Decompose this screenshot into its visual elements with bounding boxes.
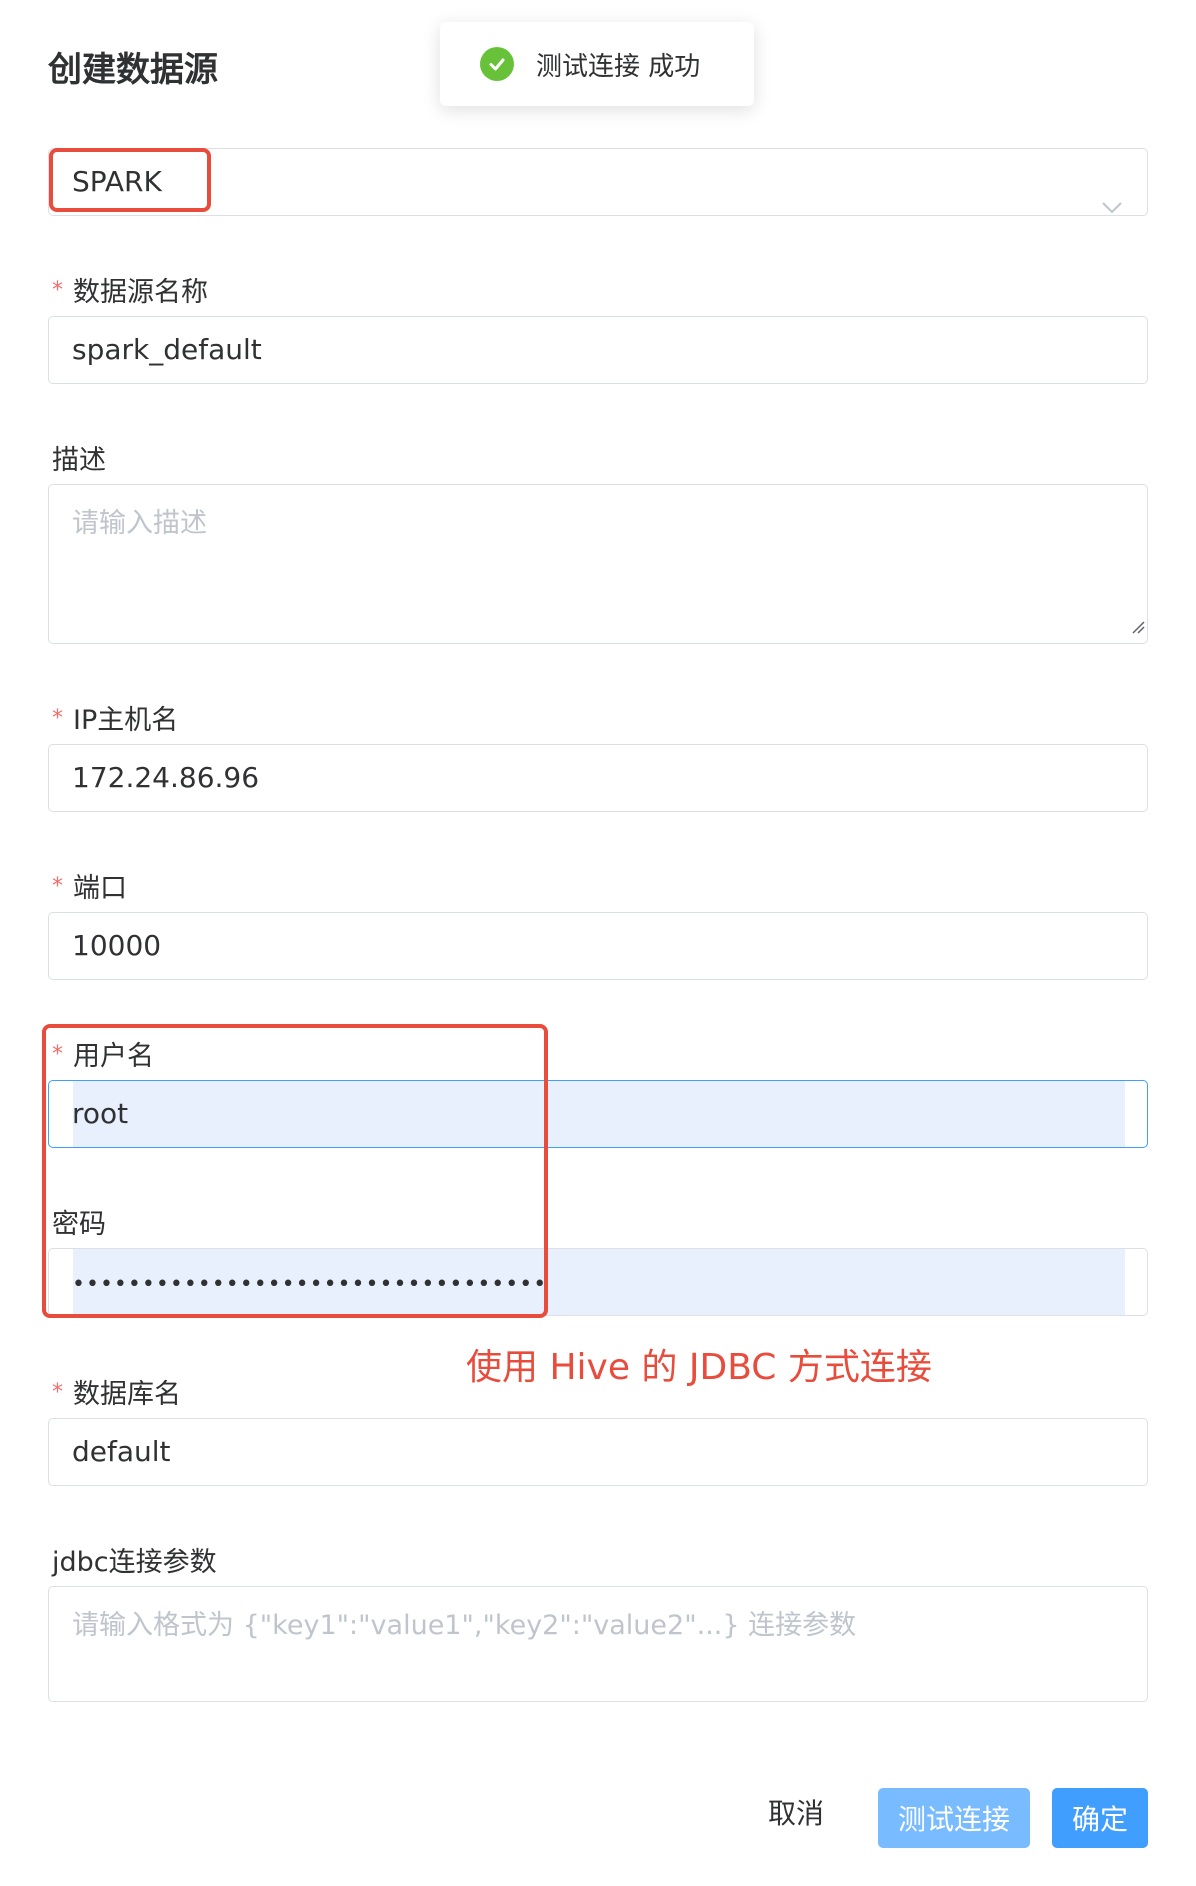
chevron-down-icon <box>1101 173 1123 215</box>
field-label-name: * 数据源名称 <box>52 277 208 308</box>
highlight-box-credentials <box>42 1024 548 1318</box>
check-circle-icon <box>480 47 514 81</box>
host-input[interactable]: 172.24.86.96 <box>48 744 1148 812</box>
success-toast: 测试连接 成功 <box>440 22 754 106</box>
description-placeholder: 请输入描述 <box>72 508 207 539</box>
database-input[interactable]: default <box>48 1418 1148 1486</box>
field-label-host: * IP主机名 <box>52 705 179 736</box>
test-connection-button[interactable]: 测试连接 <box>878 1788 1030 1848</box>
jdbc-params-textarea[interactable]: 请输入格式为 {"key1":"value1","key2":"value2".… <box>48 1586 1148 1702</box>
datasource-type-select[interactable]: SPARK <box>48 148 1148 216</box>
field-label-jdbc-params: jdbc连接参数 <box>52 1547 217 1578</box>
jdbc-params-placeholder: 请输入格式为 {"key1":"value1","key2":"value2".… <box>72 1610 857 1641</box>
datasource-name-input[interactable]: spark_default <box>48 316 1148 384</box>
toast-message: 测试连接 成功 <box>536 51 701 82</box>
port-input[interactable]: 10000 <box>48 912 1148 980</box>
field-label-database: * 数据库名 <box>52 1379 181 1410</box>
confirm-button[interactable]: 确定 <box>1052 1788 1148 1848</box>
annotation-text: 使用 Hive 的 JDBC 方式连接 <box>466 1347 932 1388</box>
highlight-box-type <box>49 148 211 212</box>
resize-grip-icon[interactable] <box>1131 610 1145 641</box>
dialog-title: 创建数据源 <box>48 50 218 90</box>
cancel-button[interactable]: 取消 <box>768 1792 824 1832</box>
field-label-port: * 端口 <box>52 873 127 904</box>
field-label-description: 描述 <box>52 445 106 476</box>
description-textarea[interactable]: 请输入描述 <box>48 484 1148 644</box>
